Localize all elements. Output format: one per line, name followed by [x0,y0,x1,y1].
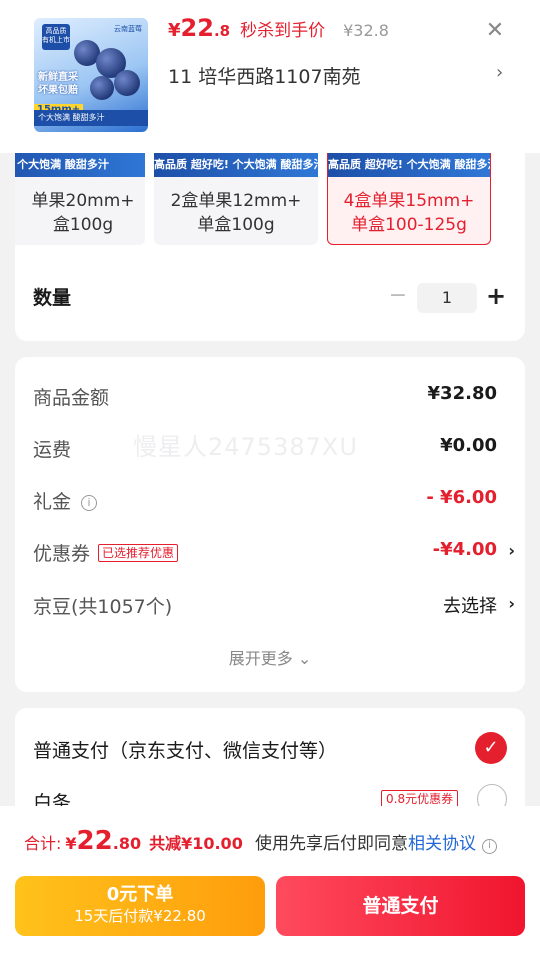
original-price: ¥32.8 [343,21,389,40]
quantity-plus-button[interactable]: + [485,281,507,311]
goods-amount-label: 商品金额 [33,387,110,409]
shipping-label: 运费 [33,439,72,461]
baitiao-radio[interactable] [477,784,507,808]
quantity-label: 数量 [33,287,72,309]
normal-pay-button[interactable]: 普通支付 [276,876,525,936]
shipping-value: ¥0.00 [440,435,497,456]
goods-amount-value: ¥32.80 [427,383,497,404]
coupon-row[interactable]: 优惠券 已选推荐优惠 -¥4.00 › [33,535,515,569]
price-summary-card: 慢星人2475387XU 商品金额 ¥32.80 运费 ¥0.00 礼金 i - … [15,357,525,692]
gift-row: 礼金 i - ¥6.00 [33,483,507,517]
pay-later-button[interactable]: 0元下单 15天后付款¥22.80 [15,876,265,936]
expand-more-label: 展开更多 [228,649,293,668]
agreement-link[interactable]: 相关协议 [408,834,476,854]
quantity-minus-button[interactable]: − [387,281,409,311]
total-row: 合计: ¥ 22 .80 共减¥10.00 [24,826,243,856]
spec-option-selected[interactable]: 高品质 超好吃! 个大饱满 酸甜多汁 4盒单果15mm+ 单盒100-125g [327,153,491,245]
spec-banner: 个大饱满 酸甜多汁 [15,153,145,177]
normal-payment-label[interactable]: 普通支付（京东支付、微信支付等） [33,736,337,763]
payment-method-card: 普通支付（京东支付、微信支付等） ✓ 白条 0.8元优惠券 [15,708,525,808]
spec-card: 个大饱满 酸甜多汁 单果20mm+ 盒100g 高品质 超好吃! 个大饱满 酸甜… [15,153,525,341]
spec-option[interactable]: 个大饱满 酸甜多汁 单果20mm+ 盒100g [15,153,145,245]
info-icon[interactable]: i [482,839,497,854]
coupon-label: 优惠券 [33,543,91,565]
quantity-input[interactable]: 1 [417,283,477,313]
pay-later-title: 0元下单 [106,884,174,905]
jingdou-row[interactable]: 京豆(共1057个) 去选择 › [33,588,515,622]
chevron-down-icon: ⌄ [292,649,312,668]
gift-label: 礼金 [33,491,72,513]
price-symbol: ¥ [168,20,181,41]
pay-later-subtitle: 15天后付款¥22.80 [74,907,206,925]
total-label: 合计: [24,834,62,853]
coupon-label-wrap: 优惠券 已选推荐优惠 [33,539,179,566]
agreement-text: 使用先享后付即同意相关协议 i [255,829,497,854]
berry-image [90,76,114,100]
product-thumbnail: 高品质 有机上市 云南蓝莓 新鲜直采 坏果包赔 15mm+ 个大饱满 酸甜多汁 [34,18,148,132]
check-icon[interactable]: ✓ [475,732,507,764]
berry-image [114,70,140,96]
thumb-bottom-banner: 个大饱满 酸甜多汁 [34,110,148,126]
jingdou-select[interactable]: 去选择 [443,592,497,618]
spec-line2: 盒100g [52,215,114,235]
total-saved: 共减¥10.00 [149,834,243,853]
price-row: ¥ 22 .8 秒杀到手价 ¥32.8 [168,14,389,48]
spec-line1: 4盒单果15mm+ [343,191,475,211]
spec-line2: 单盒100g [197,215,275,235]
total-integer: 22 [76,826,113,856]
thumb-line2: 坏果包赔 [38,85,78,96]
spec-option[interactable]: 高品质 超好吃! 个大饱满 酸甜多汁 2盒单果12mm+ 单盒100g [154,153,318,245]
chevron-right-icon[interactable]: › [508,594,515,613]
spec-line1: 单果20mm+ [31,191,135,211]
agreement-prefix: 使用先享后付即同意 [255,834,408,854]
flash-sale-label: 秒杀到手价 [240,21,326,41]
spec-line1: 2盒单果12mm+ [170,191,302,211]
total-symbol: ¥ [65,834,77,853]
price-decimal: .8 [213,22,231,40]
gift-label-wrap: 礼金 i [33,487,98,514]
expand-more-button[interactable]: 展开更多 ⌄ [15,645,525,669]
shipping-address[interactable]: 11 培华西路1107南苑 [168,62,361,89]
jingdou-label: 京豆(共1057个) [33,596,173,618]
baitiao-label[interactable]: 白条 [33,788,71,808]
shipping-row: 运费 ¥0.00 [33,431,507,465]
goods-amount-row: 商品金额 ¥32.80 [33,379,507,413]
spec-banner: 高品质 超好吃! 个大饱满 酸甜多汁 [328,153,490,177]
thumb-region: 云南蓝莓 [114,25,142,33]
spec-line2: 单盒100-125g [351,215,467,235]
close-icon[interactable]: ✕ [482,18,508,44]
thumb-quality-tag: 高品质 有机上市 [42,24,70,50]
total-decimal: .80 [112,834,142,853]
coupon-recommended-badge: 已选推荐优惠 [98,544,179,562]
gift-value: - ¥6.00 [426,487,497,508]
spec-banner: 高品质 超好吃! 个大饱满 酸甜多汁 [154,153,318,177]
price-integer: 22 [180,14,214,42]
chevron-right-icon[interactable]: › [496,62,503,83]
info-icon[interactable]: i [81,495,98,511]
checkout-footer: 合计: ¥ 22 .80 共减¥10.00 使用先享后付即同意相关协议 i 0元下… [0,806,540,954]
product-header: 高品质 有机上市 云南蓝莓 新鲜直采 坏果包赔 15mm+ 个大饱满 酸甜多汁 … [0,0,540,153]
chevron-right-icon[interactable]: › [508,541,515,560]
coupon-value: -¥4.00 [432,539,497,560]
